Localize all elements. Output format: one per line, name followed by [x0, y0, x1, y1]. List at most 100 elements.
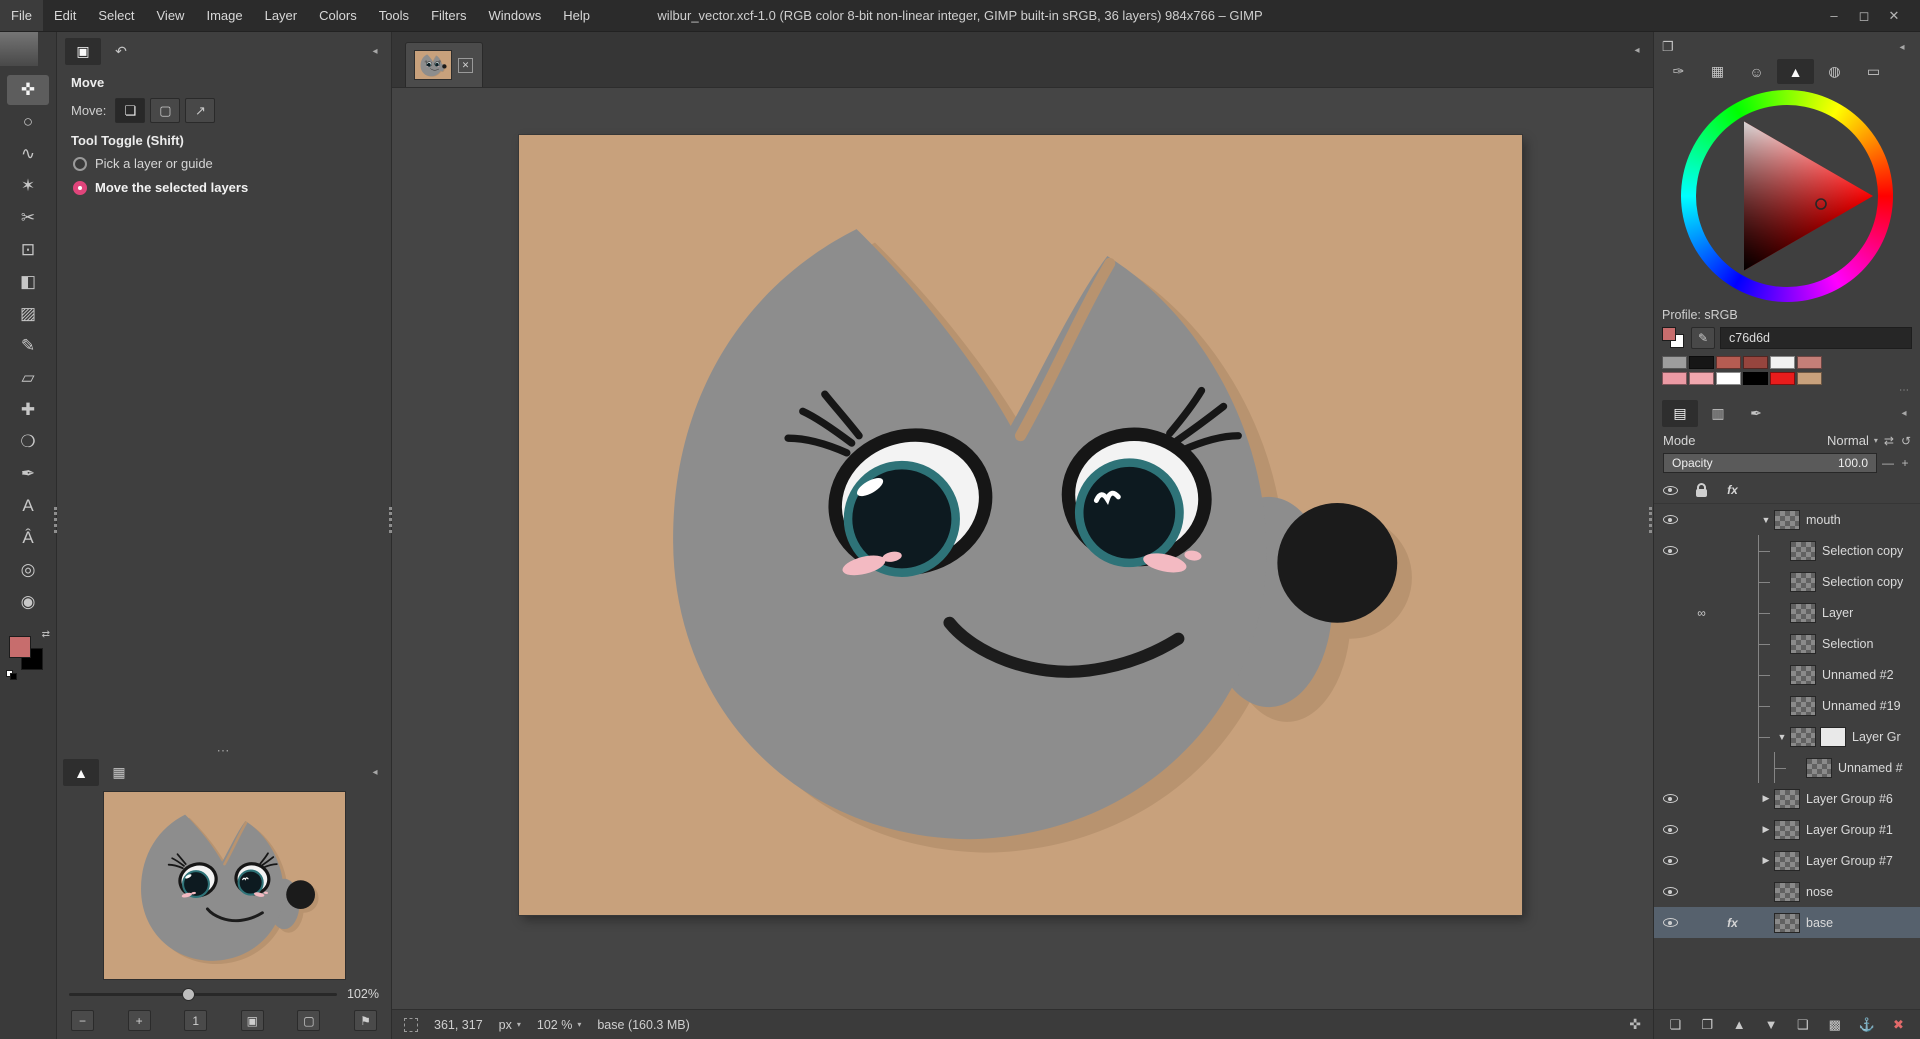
quick-mask-toggle[interactable]: [404, 1018, 418, 1032]
menu-tools[interactable]: Tools: [368, 0, 420, 31]
palette-swatch-0-4[interactable]: [1770, 356, 1795, 369]
radio-move-selected[interactable]: Move the selected layers: [73, 180, 377, 195]
corner-menu-icon[interactable]: ◂: [1894, 404, 1914, 424]
screens-tab[interactable]: ▭: [1855, 59, 1892, 84]
tool-crop[interactable]: ✂: [7, 203, 49, 233]
panel-drag-handle[interactable]: ⋯: [57, 745, 391, 757]
layer-row-selection-copy[interactable]: Selection copy: [1654, 566, 1920, 597]
palette-swatch-0-1[interactable]: [1689, 356, 1714, 369]
menu-edit[interactable]: Edit: [43, 0, 87, 31]
gradients-tab[interactable]: ◍: [1816, 59, 1853, 84]
menu-help[interactable]: Help: [552, 0, 601, 31]
effects-header-icon[interactable]: fx: [1717, 483, 1748, 497]
layer-row-selection[interactable]: Selection: [1654, 628, 1920, 659]
layer-expander[interactable]: ▶: [1758, 793, 1774, 804]
layers-tab[interactable]: ▤: [1662, 400, 1698, 427]
tool-free-select[interactable]: ∿: [7, 139, 49, 169]
grid-tab[interactable]: ▦: [101, 759, 137, 786]
layer-row-layer-group-1[interactable]: ▶Layer Group #1: [1654, 814, 1920, 845]
corner-menu-icon[interactable]: ◂: [1627, 40, 1647, 60]
foreground-color-swatch[interactable]: [9, 636, 31, 658]
anchor-layer-button[interactable]: ⚓: [1854, 1014, 1879, 1036]
image-tab[interactable]: ✕: [405, 42, 483, 87]
layer-row-unnamed-2[interactable]: Unnamed #2: [1654, 659, 1920, 690]
hsv-triangle[interactable]: [1681, 90, 1893, 302]
close-button[interactable]: ✕: [1882, 8, 1906, 24]
brushes-tab[interactable]: ✑: [1660, 59, 1697, 84]
tool-text[interactable]: A: [7, 491, 49, 521]
layer-row-layer-group-6[interactable]: ▶Layer Group #6: [1654, 783, 1920, 814]
menu-file[interactable]: File: [0, 0, 43, 31]
layer-expander[interactable]: ▶: [1758, 855, 1774, 866]
move-selection-button[interactable]: ▢: [150, 98, 180, 123]
layer-row-layer[interactable]: ∞Layer: [1654, 597, 1920, 628]
panel-resize-grip[interactable]: [389, 507, 393, 533]
layer-row-unnamed-19[interactable]: Unnamed #19: [1654, 690, 1920, 721]
zoom-slider[interactable]: [69, 993, 337, 996]
dock-menu-icon[interactable]: ❐: [1662, 39, 1674, 55]
layer-visibility-toggle[interactable]: [1663, 515, 1678, 524]
corner-menu-icon[interactable]: ◂: [365, 42, 385, 62]
canvas-viewport[interactable]: [392, 88, 1653, 1009]
palette-swatch-1-0[interactable]: [1662, 372, 1687, 385]
layer-visibility-toggle[interactable]: [1663, 794, 1678, 803]
chain-icon[interactable]: ∞: [1697, 606, 1706, 620]
tool-text-along-path[interactable]: Â: [7, 523, 49, 553]
new-layer-group-button[interactable]: ❐: [1695, 1014, 1720, 1036]
panel-resize-grip[interactable]: [1649, 507, 1653, 533]
palette-swatch-0-2[interactable]: [1716, 356, 1741, 369]
canvas-image[interactable]: [519, 135, 1522, 915]
panel-resize-grip[interactable]: [54, 507, 58, 533]
layer-row-selection-copy[interactable]: Selection copy: [1654, 535, 1920, 566]
fit-image-in-window-button[interactable]: ▣: [241, 1010, 264, 1031]
radio-pick-layer[interactable]: Pick a layer or guide: [73, 156, 377, 171]
menu-windows[interactable]: Windows: [477, 0, 552, 31]
layer-row-nose[interactable]: nose: [1654, 876, 1920, 907]
tool-color-picker[interactable]: ◉: [7, 587, 49, 617]
layer-row-base[interactable]: fxbase: [1654, 907, 1920, 938]
menu-filters[interactable]: Filters: [420, 0, 477, 31]
zoom-1-1-button[interactable]: 1: [184, 1010, 207, 1031]
default-colors-icon[interactable]: [6, 670, 18, 680]
menu-select[interactable]: Select: [87, 0, 145, 31]
menu-view[interactable]: View: [146, 0, 196, 31]
mode-dropdown[interactable]: Normal ▾: [1827, 433, 1878, 448]
palette-swatch-1-2[interactable]: [1716, 372, 1741, 385]
tool-unified-transform[interactable]: ⊡: [7, 235, 49, 265]
layer-expander[interactable]: ▼: [1758, 515, 1774, 525]
new-layer-button[interactable]: ❏: [1663, 1014, 1688, 1036]
corner-menu-icon[interactable]: ◂: [1892, 37, 1912, 57]
tool-smudge[interactable]: ❍: [7, 427, 49, 457]
fonts-tab[interactable]: ☺: [1738, 59, 1775, 84]
paths-tab[interactable]: ✒: [1738, 400, 1774, 427]
navigation-preview[interactable]: [104, 792, 345, 979]
opacity-increase-icon[interactable]: +: [1899, 456, 1911, 470]
zoom-dropdown[interactable]: 102 %▾: [537, 1018, 581, 1032]
channels-tab[interactable]: ▥: [1700, 400, 1736, 427]
lock-header-icon[interactable]: [1696, 489, 1707, 497]
layer-row-layer-group-7[interactable]: ▶Layer Group #7: [1654, 845, 1920, 876]
mini-fg-bg-swatch[interactable]: [1662, 327, 1686, 349]
zoom-slider-handle[interactable]: [182, 988, 195, 1001]
mode-switch-icon[interactable]: ⇄: [1884, 434, 1894, 448]
shrink-wrap-button[interactable]: ⚑: [354, 1010, 377, 1031]
maximize-button[interactable]: ◻: [1852, 8, 1876, 24]
panel-drag-handle[interactable]: ⋯: [1654, 385, 1920, 396]
menu-image[interactable]: Image: [195, 0, 253, 31]
tool-gradient[interactable]: ▨: [7, 299, 49, 329]
tool-bucket-fill[interactable]: ◧: [7, 267, 49, 297]
layer-expander[interactable]: ▶: [1758, 824, 1774, 835]
tool-move[interactable]: ✜: [7, 75, 49, 105]
palette-swatch-0-3[interactable]: [1743, 356, 1768, 369]
tool-heal[interactable]: ✚: [7, 395, 49, 425]
layer-visibility-toggle[interactable]: [1663, 856, 1678, 865]
layer-visibility-toggle[interactable]: [1663, 918, 1678, 927]
layer-visibility-toggle[interactable]: [1663, 546, 1678, 555]
edit-color-icon[interactable]: ✎: [1691, 327, 1715, 349]
corner-menu-icon[interactable]: ◂: [365, 763, 385, 783]
pointer-tab[interactable]: ▲: [63, 759, 99, 786]
colors-tab[interactable]: ▲: [1777, 59, 1814, 84]
zoom-out-button[interactable]: −: [71, 1010, 94, 1031]
palette-swatch-1-1[interactable]: [1689, 372, 1714, 385]
tool-paintbrush[interactable]: ✎: [7, 331, 49, 361]
